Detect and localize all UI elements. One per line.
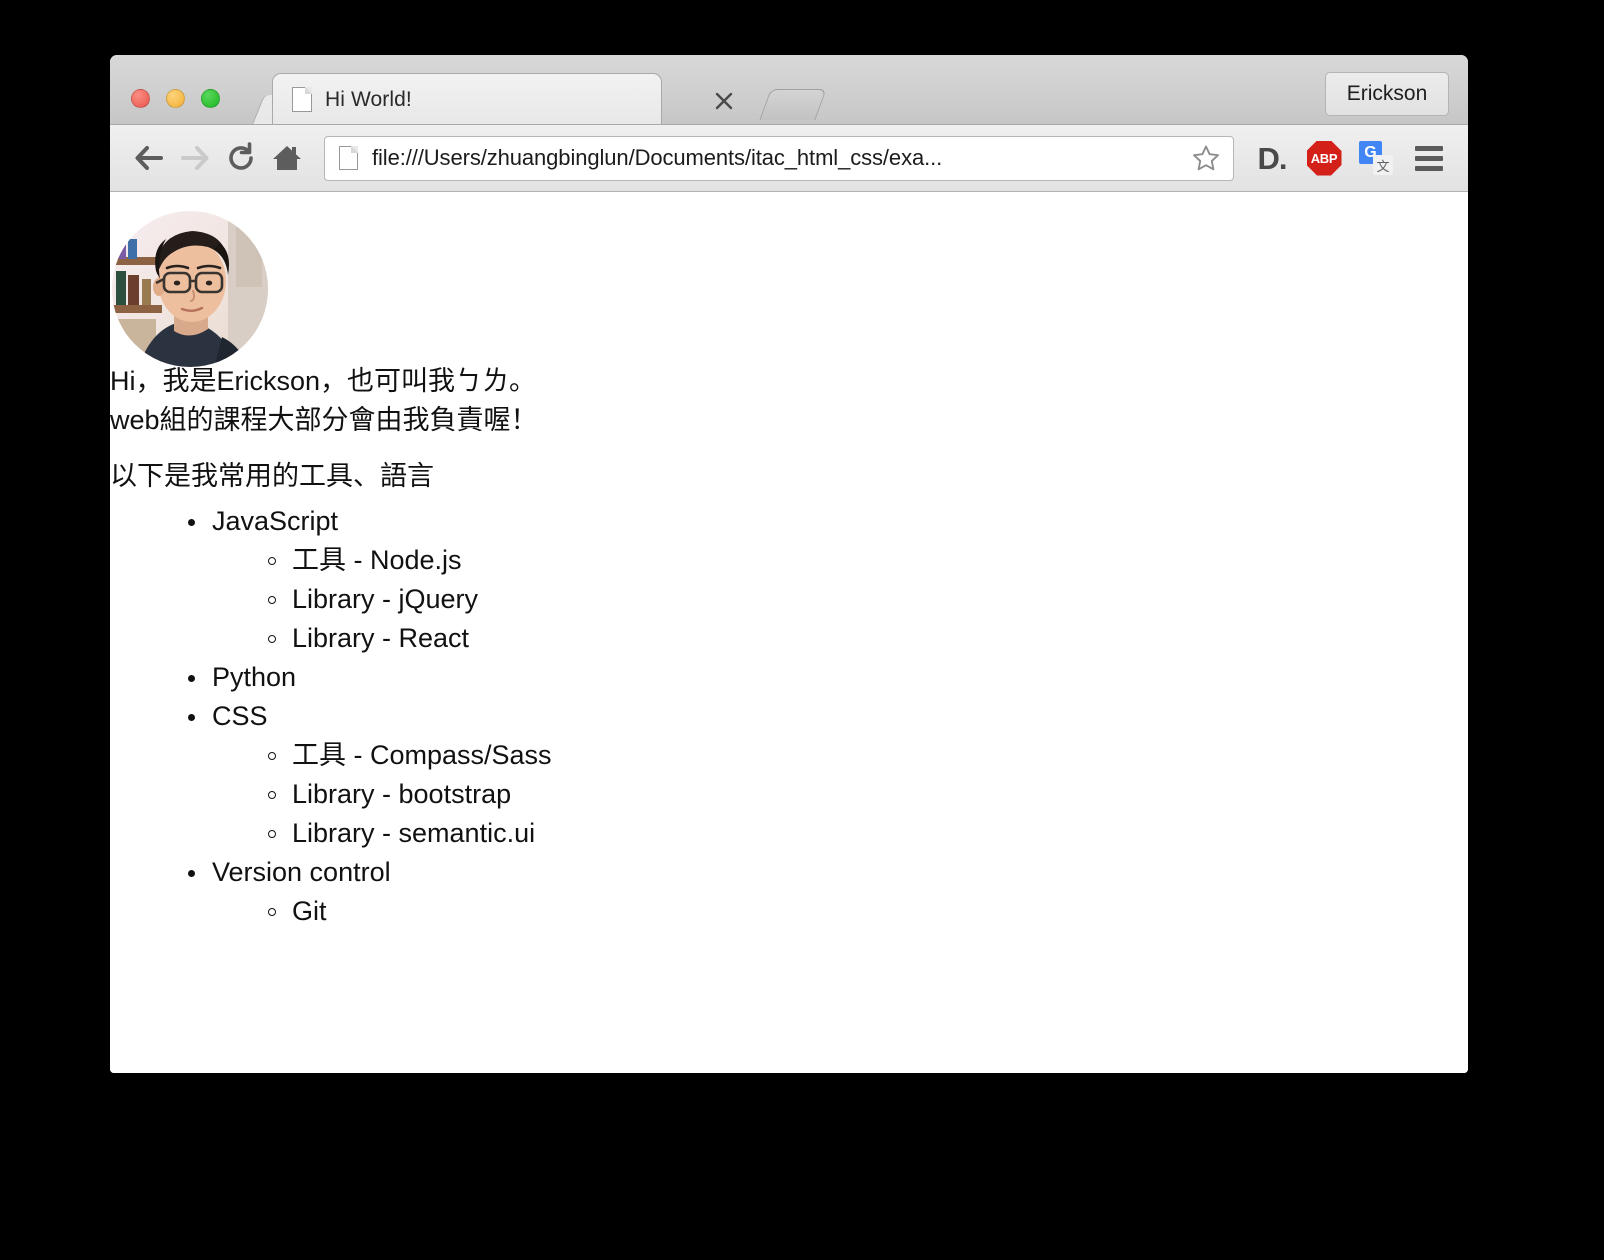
close-window-button[interactable]	[131, 89, 150, 108]
translate-char: 文	[1373, 155, 1393, 175]
reload-icon	[229, 142, 253, 170]
skill-label: Python	[188, 658, 552, 697]
list-item: JavaScript 工具 - Node.js Library - jQuery…	[188, 502, 552, 658]
tools-heading: 以下是我常用的工具、語言	[110, 461, 434, 491]
sub-list: Git	[188, 892, 552, 931]
list-item: Library - semantic.ui	[268, 814, 552, 853]
forward-button[interactable]	[172, 135, 218, 181]
list-item: Git	[268, 892, 552, 931]
extension-translate-button[interactable]: G 文	[1350, 135, 1402, 181]
arrow-right-icon	[181, 146, 209, 170]
new-tab-button[interactable]	[759, 89, 827, 120]
profile-button[interactable]: Erickson	[1325, 72, 1449, 116]
adblock-icon: ABP	[1306, 140, 1342, 176]
skill-label: JavaScript	[188, 502, 552, 541]
tab-title: Hi World!	[325, 88, 412, 111]
skill-label: Version control	[188, 853, 552, 892]
list-item: Python	[188, 658, 552, 697]
browser-window: Hi World! Erickson file:///Users/zhuangb…	[110, 55, 1468, 1073]
browser-toolbar: file:///Users/zhuangbinglun/Documents/it…	[110, 125, 1468, 192]
list-item: 工具 - Node.js	[268, 541, 552, 580]
home-button[interactable]	[264, 135, 310, 181]
document-icon	[339, 146, 358, 170]
maximize-window-button[interactable]	[201, 89, 220, 108]
minimize-window-button[interactable]	[166, 89, 185, 108]
reload-button[interactable]	[218, 135, 264, 181]
arrow-left-icon	[135, 146, 163, 170]
address-bar[interactable]: file:///Users/zhuangbinglun/Documents/it…	[324, 135, 1234, 181]
list-item: CSS 工具 - Compass/Sass Library - bootstra…	[188, 697, 552, 853]
home-icon	[273, 146, 301, 170]
document-icon	[292, 87, 312, 112]
skills-list: JavaScript 工具 - Node.js Library - jQuery…	[110, 502, 552, 931]
url-text[interactable]: file:///Users/zhuangbinglun/Documents/it…	[372, 145, 1185, 171]
sub-list: 工具 - Node.js Library - jQuery Library - …	[188, 541, 552, 658]
intro-paragraph: Hi，我是Erickson，也可叫我ㄅㄌ。 web組的課程大部分會由我負責喔！	[110, 366, 538, 435]
extension-d-icon: D.	[1257, 140, 1288, 176]
list-item: Version control Git	[188, 853, 552, 931]
tab-strip: Hi World! Erickson	[110, 55, 1468, 125]
window-controls	[131, 89, 220, 108]
page-viewport: Hi，我是Erickson，也可叫我ㄅㄌ。 web組的課程大部分會由我負責喔！ …	[110, 192, 1468, 1073]
back-button[interactable]	[126, 135, 172, 181]
extension-adblock-button[interactable]: ABP	[1298, 135, 1350, 181]
list-item: Library - jQuery	[268, 580, 552, 619]
star-outline-icon[interactable]	[1191, 143, 1221, 173]
list-item: Library - React	[268, 619, 552, 658]
hamburger-menu-icon[interactable]	[1406, 135, 1452, 181]
avatar	[110, 209, 270, 369]
list-item: Library - bootstrap	[268, 775, 552, 814]
sub-list: 工具 - Compass/Sass Library - bootstrap Li…	[188, 736, 552, 853]
extension-d-button[interactable]: D.	[1246, 135, 1298, 181]
avatar-photo	[112, 211, 268, 367]
skill-label: CSS	[188, 697, 552, 736]
close-icon[interactable]	[713, 90, 735, 112]
google-translate-icon: G 文	[1359, 141, 1393, 175]
list-item: 工具 - Compass/Sass	[268, 736, 552, 775]
